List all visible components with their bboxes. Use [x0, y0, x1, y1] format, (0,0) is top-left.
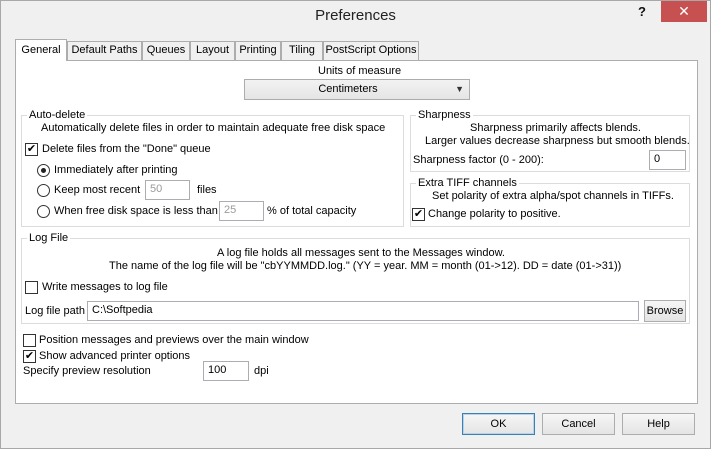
- tab-postscript-options[interactable]: PostScript Options: [323, 41, 419, 60]
- log-path-label: Log file path: [25, 305, 85, 317]
- preview-resolution-unit: dpi: [254, 365, 269, 377]
- cancel-button[interactable]: Cancel: [542, 413, 615, 435]
- free-space-label: When free disk space is less than: [54, 205, 218, 217]
- sharpness-line2: Larger values decrease sharpness but smo…: [425, 135, 690, 147]
- keep-recent-unit: files: [197, 184, 217, 196]
- delete-done-checkbox[interactable]: ✔: [25, 143, 38, 156]
- delete-done-label: Delete files from the "Done" queue: [42, 143, 211, 155]
- write-log-checkbox[interactable]: [25, 281, 38, 294]
- ok-button[interactable]: OK: [462, 413, 535, 435]
- free-space-input[interactable]: 25: [219, 201, 264, 221]
- general-panel: Units of measure Centimeters ▼ Auto-dele…: [15, 60, 698, 404]
- logfile-line1: A log file holds all messages sent to th…: [217, 247, 505, 259]
- preview-resolution-label: Specify preview resolution: [23, 365, 151, 377]
- logfile-title: Log File: [27, 232, 71, 244]
- sharpness-line1: Sharpness primarily affects blends.: [470, 122, 641, 134]
- immediately-label: Immediately after printing: [54, 164, 178, 176]
- browse-button[interactable]: Browse: [644, 300, 686, 322]
- units-select[interactable]: Centimeters ▼: [244, 79, 470, 100]
- help-button[interactable]: Help: [622, 413, 695, 435]
- autodelete-description: Automatically delete files in order to m…: [41, 122, 386, 134]
- tab-tiling[interactable]: Tiling: [281, 41, 323, 60]
- sharpness-factor-label: Sharpness factor (0 - 200):: [413, 154, 544, 166]
- sharpness-factor-input[interactable]: 0: [649, 150, 686, 170]
- preferences-window: Preferences ? ✕ General Default Paths Qu…: [0, 0, 711, 449]
- tab-printing[interactable]: Printing: [235, 41, 281, 60]
- help-icon[interactable]: ?: [633, 4, 651, 22]
- sharpness-title: Sharpness: [416, 109, 473, 121]
- title-bar: Preferences ? ✕: [1, 1, 710, 33]
- position-messages-label: Position messages and previews over the …: [39, 334, 309, 346]
- window-title: Preferences: [315, 7, 396, 24]
- free-space-radio[interactable]: [37, 205, 50, 218]
- immediately-radio[interactable]: [37, 164, 50, 177]
- autodelete-title: Auto-delete: [27, 109, 88, 121]
- write-log-label: Write messages to log file: [42, 281, 168, 293]
- tab-default-paths[interactable]: Default Paths: [67, 41, 142, 60]
- tiff-description: Set polarity of extra alpha/spot channel…: [432, 190, 674, 202]
- chevron-down-icon: ▼: [455, 84, 464, 94]
- tab-layout[interactable]: Layout: [190, 41, 235, 60]
- advanced-options-label: Show advanced printer options: [39, 350, 191, 362]
- keep-recent-label: Keep most recent: [54, 184, 141, 196]
- logfile-line2: The name of the log file will be "cbYYMM…: [109, 260, 622, 272]
- preview-resolution-input[interactable]: 100: [203, 361, 249, 381]
- keep-recent-input[interactable]: 50: [145, 180, 190, 200]
- tab-queues[interactable]: Queues: [142, 41, 190, 60]
- advanced-options-checkbox[interactable]: ✔: [23, 350, 36, 363]
- change-polarity-checkbox[interactable]: ✔: [412, 208, 425, 221]
- units-value: Centimeters: [318, 83, 378, 95]
- units-label: Units of measure: [318, 65, 402, 77]
- tab-general[interactable]: General: [15, 39, 67, 61]
- position-messages-checkbox[interactable]: [23, 334, 36, 347]
- free-space-unit: % of total capacity: [267, 205, 357, 217]
- log-path-input[interactable]: C:\Softpedia: [87, 301, 639, 321]
- change-polarity-label: Change polarity to positive.: [428, 208, 561, 220]
- tiff-title: Extra TIFF channels: [416, 177, 519, 189]
- close-button[interactable]: ✕: [661, 1, 707, 22]
- keep-recent-radio[interactable]: [37, 184, 50, 197]
